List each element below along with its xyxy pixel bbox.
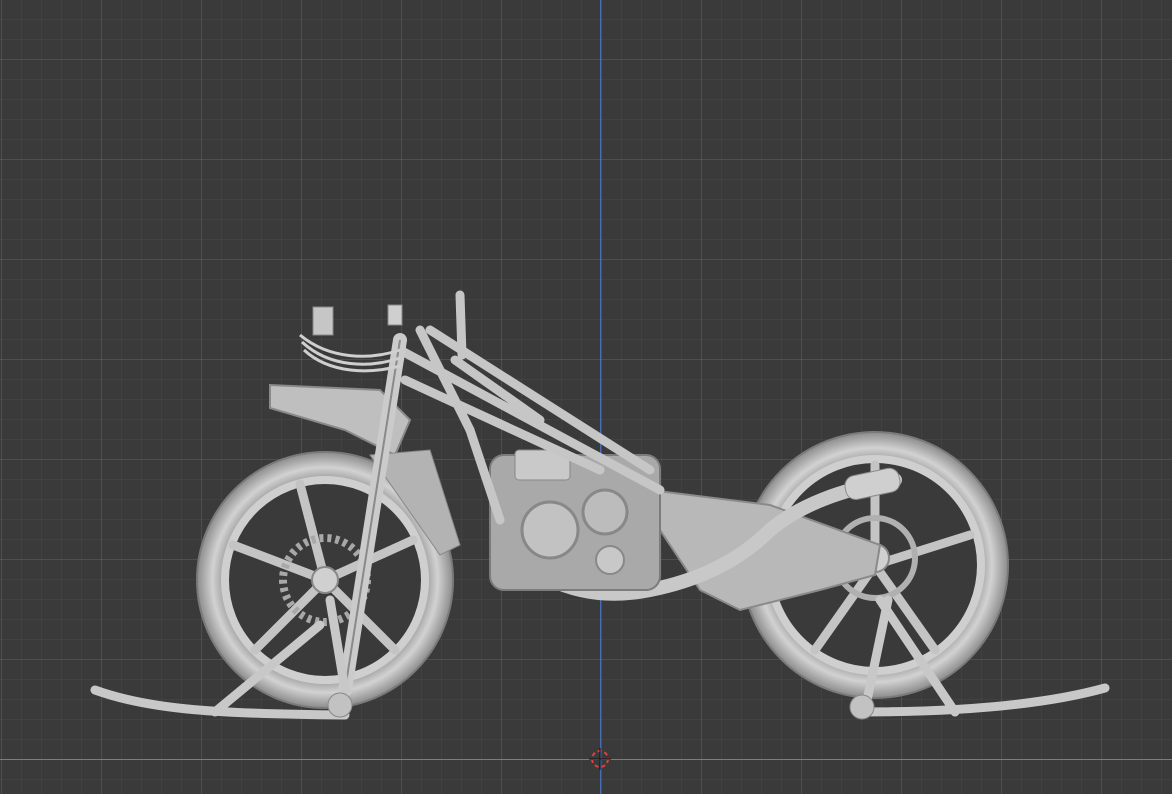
3d-cursor-icon[interactable]: [589, 748, 611, 770]
3d-viewport[interactable]: [0, 0, 1172, 794]
motorcycle-model[interactable]: [0, 0, 1172, 794]
cables: [299, 333, 401, 373]
engine: [489, 449, 661, 591]
